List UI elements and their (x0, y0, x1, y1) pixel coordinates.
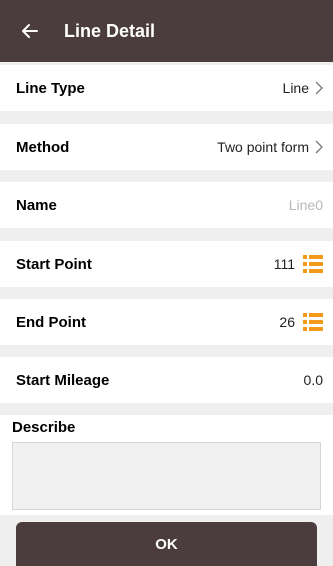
start-point-label: Start Point (16, 255, 92, 273)
name-row[interactable]: Name Line0 (0, 182, 333, 228)
method-value: Two point form (217, 139, 309, 155)
back-button[interactable] (10, 0, 50, 62)
line-type-label: Line Type (16, 79, 85, 97)
end-point-row[interactable]: End Point 26 (0, 299, 333, 345)
list-icon[interactable] (303, 255, 323, 273)
describe-label: Describe (12, 419, 76, 436)
method-row[interactable]: Method Two point form (0, 124, 333, 170)
start-point-value: 111 (273, 256, 295, 272)
name-label: Name (16, 196, 57, 214)
name-input[interactable]: Line0 (289, 197, 323, 213)
ok-button[interactable]: OK (16, 522, 317, 566)
end-point-value: 26 (279, 314, 295, 330)
back-arrow-icon (22, 24, 38, 38)
list-icon[interactable] (303, 313, 323, 331)
describe-section: Describe (0, 415, 333, 515)
chevron-right-icon (315, 81, 323, 95)
start-mileage-row[interactable]: Start Mileage 0.0 (0, 357, 333, 403)
start-mileage-value[interactable]: 0.0 (304, 372, 323, 388)
end-point-label: End Point (16, 313, 86, 331)
start-point-row[interactable]: Start Point 111 (0, 241, 333, 287)
describe-textarea[interactable] (12, 442, 321, 510)
line-type-row[interactable]: Line Type Line (0, 65, 333, 111)
method-label: Method (16, 138, 70, 156)
line-type-value: Line (282, 80, 309, 96)
chevron-right-icon (315, 140, 323, 154)
start-mileage-label: Start Mileage (16, 371, 110, 389)
page-title: Line Detail (64, 20, 156, 41)
app-header: Line Detail (0, 0, 333, 62)
